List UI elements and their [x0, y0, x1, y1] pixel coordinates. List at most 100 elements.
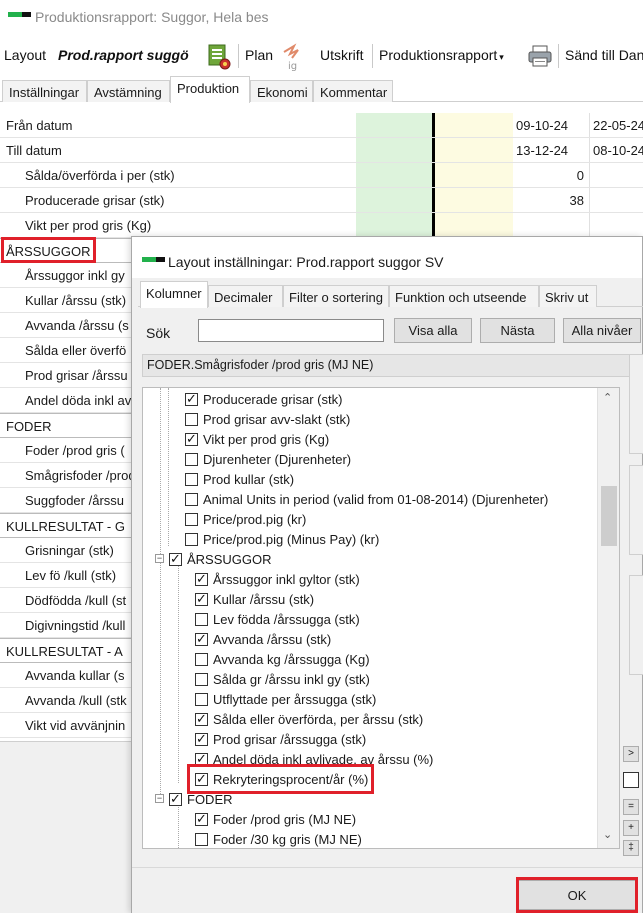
checkbox[interactable]	[195, 631, 208, 647]
column-separator	[589, 138, 590, 162]
checkbox[interactable]	[185, 473, 198, 486]
tab-ekonomi[interactable]: Ekonomi	[250, 80, 313, 102]
tab-produktion[interactable]: Produktion	[170, 76, 250, 103]
print-button[interactable]: Utskrift	[320, 47, 364, 63]
tree-item-label: Lev födda /årssugga (stk)	[213, 612, 360, 627]
checkbox[interactable]	[185, 453, 198, 466]
add-button[interactable]: +	[623, 820, 639, 836]
side-panel	[629, 354, 643, 454]
report-menu[interactable]: Produktionsrapport ▾	[379, 47, 504, 63]
scroll-thumb[interactable]	[601, 486, 617, 546]
yellow-column	[435, 213, 513, 237]
tab-filter[interactable]: Filter o sortering	[283, 285, 389, 307]
green-column	[356, 113, 432, 137]
checkbox[interactable]	[195, 653, 208, 666]
checkbox[interactable]	[195, 731, 208, 747]
printer-icon[interactable]	[527, 44, 553, 68]
tab-decimaler[interactable]: Decimaler	[208, 285, 283, 307]
send-to-button[interactable]: Sänd till Dan	[565, 47, 643, 63]
plan-wizard-icon[interactable]: ig	[280, 42, 316, 72]
row-value-2: 22-05-24	[593, 118, 643, 133]
tree-item-label: Price/prod.pig (kr)	[203, 512, 307, 527]
chevron-down-icon[interactable]: ⌄	[603, 828, 612, 841]
checkbox[interactable]	[195, 591, 208, 607]
yellow-column	[435, 113, 513, 137]
collapse-icon[interactable]: −	[155, 794, 164, 803]
checkbox[interactable]	[185, 391, 198, 407]
expand-button[interactable]: ‡	[623, 840, 639, 856]
checkbox[interactable]	[195, 673, 208, 686]
row-label: Till datum	[6, 143, 62, 158]
tab-funktion[interactable]: Funktion och utseende	[389, 285, 539, 307]
row-label: KULLRESULTAT - G	[6, 519, 125, 534]
tab-kommentar[interactable]: Kommentar	[313, 80, 393, 102]
tree-item-label: Avvanda /årssu (stk)	[213, 632, 332, 647]
tree-item-label: Prod grisar avv-slakt (stk)	[203, 412, 351, 427]
layout-settings-dialog: Layout inställningar: Prod.rapport suggo…	[131, 236, 643, 913]
table-row[interactable]: Till datum 13-12-24 08-10-24	[0, 138, 643, 163]
table-row[interactable]: Från datum 09-10-24 22-05-24	[0, 113, 643, 138]
table-row[interactable]: Vikt per prod gris (Kg)	[0, 213, 643, 238]
move-right-button[interactable]: >	[623, 746, 639, 762]
checkbox[interactable]	[185, 413, 198, 426]
row-label: Lev fö /kull (stk)	[25, 568, 117, 583]
main-tabs: Inställningar Avstämning Produktion Ekon…	[0, 76, 643, 103]
app-logo-icon	[8, 12, 31, 17]
next-button[interactable]: Nästa	[480, 318, 555, 343]
toolbar-separator	[558, 44, 559, 68]
tree-item-label: Kullar /årssu (stk)	[213, 592, 315, 607]
column-separator	[589, 213, 590, 237]
show-all-button[interactable]: Visa alla	[394, 318, 472, 343]
green-column	[356, 138, 432, 162]
tree-line	[178, 803, 179, 848]
checkbox[interactable]	[185, 493, 198, 506]
row-label: Prod grisar /årssu	[25, 368, 128, 383]
tree-item-label: Prod kullar (stk)	[203, 472, 295, 487]
row-label: Från datum	[6, 118, 73, 133]
side-checkbox[interactable]	[623, 772, 639, 788]
tab-kolumner[interactable]: Kolumner	[140, 281, 208, 308]
toolbar: Layout Prod.rapport suggö Plan ig Utskri…	[0, 38, 643, 74]
row-value-1: 38	[569, 193, 584, 208]
tree-item-label: Utflyttade per årssugga (stk)	[213, 692, 377, 707]
tab-avstamning[interactable]: Avstämning	[87, 80, 170, 102]
checkbox[interactable]	[195, 711, 208, 727]
checkbox[interactable]	[195, 693, 208, 706]
tab-installningar[interactable]: Inställningar	[2, 80, 87, 102]
report-menu-label: Produktionsrapport	[379, 47, 498, 63]
chevron-up-icon[interactable]: ⌃	[603, 391, 612, 404]
tree-item-label: Sålda gr /årssu inkl gy (stk)	[213, 672, 370, 687]
checkbox[interactable]	[195, 571, 208, 587]
plan-button[interactable]: Plan	[245, 47, 273, 63]
collapse-icon[interactable]: −	[155, 554, 164, 563]
layout-selector[interactable]: Prod.rapport suggö	[58, 47, 189, 63]
tree-item-label: Sålda eller överförda, per årssu (stk)	[213, 712, 424, 727]
table-row[interactable]: Sålda/överförda i per (stk) 0	[0, 163, 643, 188]
checkbox[interactable]	[185, 431, 198, 447]
tree-item-label: Vikt per prod gris (Kg)	[203, 432, 330, 447]
toolbar-separator	[238, 44, 239, 68]
search-input[interactable]	[198, 319, 384, 342]
checkbox[interactable]	[195, 811, 208, 827]
checkbox[interactable]	[195, 833, 208, 846]
highlight-rekrytering	[187, 764, 374, 794]
checkbox[interactable]	[185, 533, 198, 546]
tree-item-label: Prod grisar /årssugga (stk)	[213, 732, 367, 747]
layout-label: Layout	[4, 47, 47, 63]
tree-item-label: Foder /prod gris (MJ NE)	[213, 812, 357, 827]
tab-skriv-ut[interactable]: Skriv ut	[539, 285, 597, 307]
checkbox[interactable]	[195, 613, 208, 626]
checkbox[interactable]	[169, 791, 182, 807]
checkbox[interactable]	[169, 551, 182, 567]
layout-settings-icon[interactable]	[206, 42, 232, 70]
checkbox[interactable]	[185, 513, 198, 526]
chevron-down-icon: ▾	[499, 52, 504, 62]
table-row[interactable]: Producerade grisar (stk) 38	[0, 188, 643, 213]
highlight-ok	[516, 877, 638, 913]
tree-item-label: Årssuggor inkl gyltor (stk)	[213, 572, 360, 587]
tree-item-label: ÅRSSUGGOR	[187, 552, 272, 567]
tree-line	[178, 563, 179, 783]
equal-button[interactable]: =	[623, 799, 639, 815]
all-levels-button[interactable]: Alla nivåer	[563, 318, 641, 343]
tree-scrollbar[interactable]: ⌃ ⌄	[597, 388, 619, 848]
